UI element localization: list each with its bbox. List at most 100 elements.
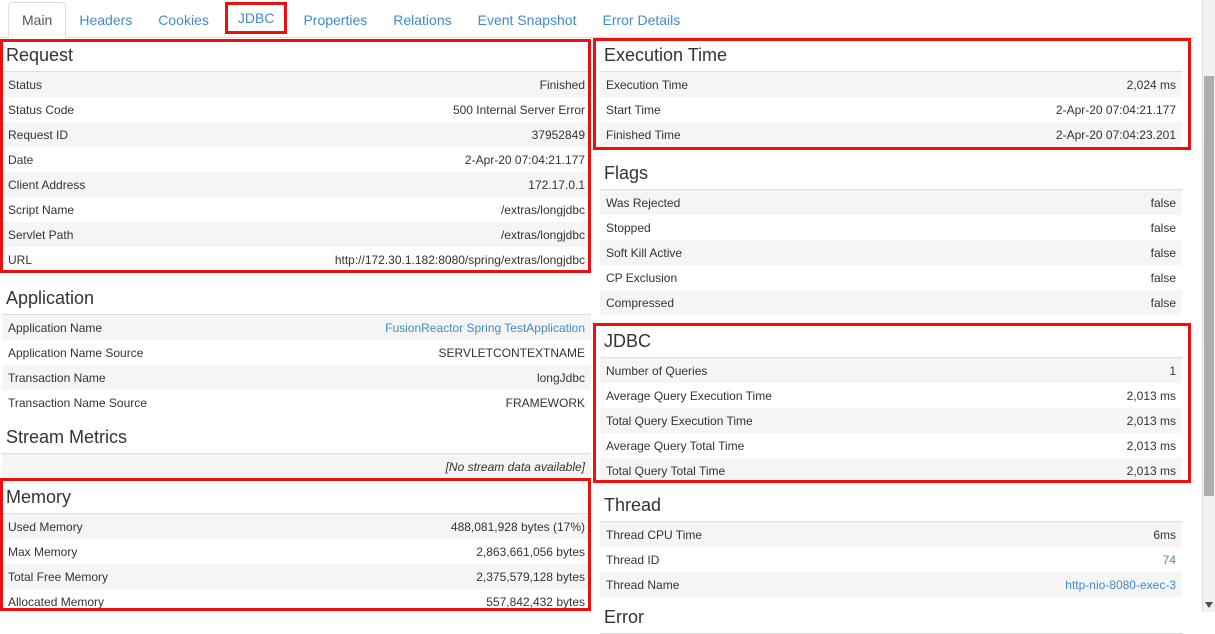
row-value: 2,013 ms [1127, 464, 1176, 478]
row-label: Total Query Execution Time [606, 414, 753, 428]
row-value: FRAMEWORK [506, 396, 585, 410]
row-label: Max Memory [8, 545, 77, 559]
row-label: Status [8, 78, 42, 92]
row-label: Total Free Memory [8, 570, 108, 584]
tab-main[interactable]: Main [8, 2, 66, 38]
tab-relations[interactable]: Relations [380, 3, 464, 37]
row-value: 500 Internal Server Error [453, 103, 585, 117]
row-value: 2-Apr-20 07:04:21.177 [465, 153, 585, 167]
row-value: 2,375,579,128 bytes [476, 570, 585, 584]
row-value: 2-Apr-20 07:04:21.177 [1056, 103, 1176, 117]
tab-cookies[interactable]: Cookies [145, 3, 222, 37]
table-row: Average Query Total Time2,013 ms [600, 433, 1182, 458]
application-name-link[interactable]: FusionReactor Spring TestApplication [385, 321, 585, 335]
row-label: Compressed [606, 296, 674, 310]
section-jdbc: JDBC Number of Queries1Average Query Exe… [600, 329, 1182, 483]
row-label: Application Name [8, 321, 102, 335]
tab-error-details[interactable]: Error Details [589, 3, 693, 37]
table-row: Application Name Source SERVLETCONTEXTNAM… [2, 340, 591, 365]
row-value: 1 [1169, 364, 1176, 378]
tab-headers[interactable]: Headers [66, 3, 145, 37]
row-label: Average Query Execution Time [606, 389, 772, 403]
row-label: Client Address [8, 178, 85, 192]
row-value: false [1151, 221, 1176, 235]
table-row: Thread CPU Time 6ms [600, 522, 1182, 547]
table-row: Date2-Apr-20 07:04:21.177 [2, 147, 591, 172]
row-label: Execution Time [606, 78, 688, 92]
row-value: 2,024 ms [1127, 78, 1176, 92]
row-label: Transaction Name Source [8, 396, 147, 410]
row-value: Finished [540, 78, 585, 92]
table-row: Status Code500 Internal Server Error [2, 97, 591, 122]
row-value: 6ms [1153, 528, 1176, 542]
row-value: 172.17.0.1 [528, 178, 585, 192]
row-label: Thread Name [606, 578, 679, 592]
section-title-flags: Flags [600, 161, 1182, 190]
row-value: http://172.30.1.182:8080/spring/extras/l… [335, 253, 585, 267]
row-value: false [1151, 196, 1176, 210]
table-row: Number of Queries1 [600, 358, 1182, 383]
row-value: 557,842,432 bytes [486, 595, 585, 609]
section-title-error: Error [600, 605, 1182, 634]
row-label: Average Query Total Time [606, 439, 744, 453]
table-row: Servlet Path/extras/longjdbc [2, 222, 591, 247]
section-flags: Flags Was RejectedfalseStoppedfalseSoft … [600, 161, 1182, 315]
table-row: Execution Time 2,024 ms [600, 72, 1182, 97]
section-application: Application Application NameFusionReacto… [2, 286, 591, 415]
table-row: Stopped false [600, 215, 1182, 240]
row-value: 37952849 [532, 128, 585, 142]
table-row: Total Free Memory 2,375,579,128 bytes [2, 564, 591, 589]
table-row: Compressedfalse [600, 290, 1182, 315]
section-title-stream-metrics: Stream Metrics [2, 425, 591, 454]
row-label: Thread CPU Time [606, 528, 702, 542]
table-row: Total Query Execution Time 2,013 ms [600, 408, 1182, 433]
table-row: Application Name FusionReactor Spring Tes… [2, 315, 591, 340]
row-label: Finished Time [606, 128, 681, 142]
scrollbar-thumb[interactable] [1204, 76, 1214, 496]
row-label: Script Name [8, 203, 74, 217]
table-row: Finished Time 2-Apr-20 07:04:23.201 [600, 122, 1182, 147]
row-label: URL [8, 253, 32, 267]
section-title-memory: Memory [2, 485, 591, 514]
table-row: Average Query Execution Time 2,013 ms [600, 383, 1182, 408]
tab-event-snapshot[interactable]: Event Snapshot [465, 3, 590, 37]
row-label: Stopped [606, 221, 651, 235]
table-row: Transaction Name Source FRAMEWORK [2, 390, 591, 415]
scrollbar[interactable] [1202, 0, 1215, 612]
row-value: false [1151, 246, 1176, 260]
table-row: [No stream data available] [2, 454, 591, 479]
thread-name-link[interactable]: http-nio-8080-exec-3 [1065, 578, 1176, 592]
row-label: Start Time [606, 103, 661, 117]
section-error: Error [600, 605, 1182, 634]
table-row: CP Exclusionfalse [600, 265, 1182, 290]
tab-bar: Main Headers Cookies JDBC Properties Rel… [0, 0, 1196, 38]
row-label: Used Memory [8, 520, 83, 534]
table-row: Status Finished [2, 72, 591, 97]
table-row: Script Name/extras/longjdbc [2, 197, 591, 222]
table-row: Client Address 172.17.0.1 [2, 172, 591, 197]
table-row: Allocated Memory557,842,432 bytes [2, 589, 591, 614]
row-label: Application Name Source [8, 346, 143, 360]
tab-jdbc[interactable]: JDBC [225, 2, 288, 34]
row-label: Transaction Name [8, 371, 106, 385]
row-value: 2,863,661,056 bytes [476, 545, 585, 559]
thread-id-link[interactable]: 74 [1163, 553, 1176, 567]
row-value: /extras/longjdbc [501, 228, 585, 242]
row-value: 2-Apr-20 07:04:23.201 [1056, 128, 1176, 142]
section-stream-metrics: Stream Metrics [No stream data available… [2, 425, 591, 479]
tab-properties[interactable]: Properties [290, 3, 380, 37]
row-label: Total Query Total Time [606, 464, 725, 478]
section-title-execution-time: Execution Time [600, 43, 1182, 72]
row-value: [No stream data available] [446, 460, 585, 474]
row-value: 488,081,928 bytes (17%) [451, 520, 585, 534]
table-row: Max Memory 2,863,661,056 bytes [2, 539, 591, 564]
section-title-request: Request [2, 43, 591, 72]
table-row: URL http://172.30.1.182:8080/spring/extra… [2, 247, 591, 272]
row-value: SERVLETCONTEXTNAME [439, 346, 585, 360]
row-value: 2,013 ms [1127, 389, 1176, 403]
table-row: Soft Kill Active false [600, 240, 1182, 265]
row-value: 2,013 ms [1127, 414, 1176, 428]
scroll-down-arrow-icon[interactable] [1204, 601, 1214, 609]
row-label: Soft Kill Active [606, 246, 682, 260]
table-row: Request ID37952849 [2, 122, 591, 147]
